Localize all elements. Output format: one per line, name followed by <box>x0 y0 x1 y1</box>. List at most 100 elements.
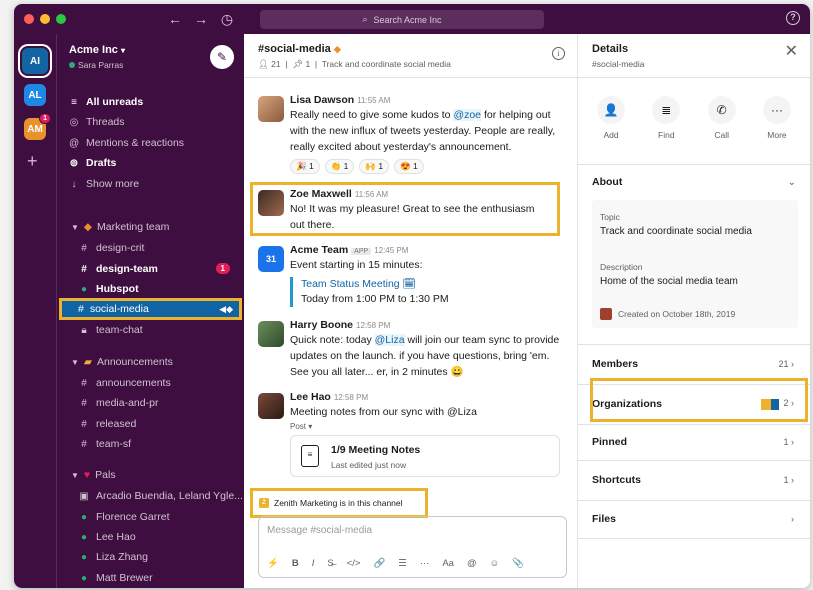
compose-icon[interactable]: ✎ <box>210 45 234 69</box>
pinned-row[interactable]: Pinned 1 › <box>592 432 798 452</box>
members-row[interactable]: Members 21 › <box>592 354 798 374</box>
pin-count[interactable]: 1 <box>305 59 310 69</box>
reaction-pill[interactable]: 😍 1 <box>394 159 424 174</box>
strikethrough-icon[interactable]: S̶ <box>327 558 333 569</box>
add-button[interactable]: 👤 Add <box>588 96 634 156</box>
mention-icon[interactable]: @ <box>467 558 477 569</box>
member-count[interactable]: 21 <box>271 59 280 69</box>
channel-team-chat[interactable]: 🔒︎ team-chat <box>79 321 142 339</box>
dm-lee-hao[interactable]: ● Lee Hao <box>79 528 136 546</box>
history-clock-icon[interactable]: ◷ <box>218 10 236 28</box>
zoom-window-button[interactable] <box>56 14 66 24</box>
workspace-am-label: AM <box>27 123 43 135</box>
person-add-icon: 👤 <box>597 96 625 124</box>
close-icon[interactable]: ✕ <box>785 44 798 60</box>
dm-group[interactable]: ▣ Arcadio Buendia, Leland Ygle... <box>79 487 243 505</box>
sidebar-item-show-more[interactable]: ↓ Show more <box>69 175 140 193</box>
author-name[interactable]: Lisa Dawson <box>290 94 354 106</box>
details-actions: 👤 Add ≣ Find ✆ Call ··· More <box>588 96 800 156</box>
reaction-pill[interactable]: 👏 1 <box>324 159 355 174</box>
channel-hubspot[interactable]: ● Hubspot <box>79 280 139 298</box>
back-arrow-icon[interactable]: ← <box>166 10 184 28</box>
workspace-ai[interactable]: AI <box>22 48 48 74</box>
author-name[interactable]: Harry Boone <box>290 319 353 331</box>
section-marketing-team[interactable]: ▼ ◆ Marketing team <box>71 219 169 235</box>
timestamp[interactable]: 12:58 PM <box>356 321 390 330</box>
code-icon[interactable]: </> <box>347 558 361 569</box>
avatar[interactable] <box>258 393 284 419</box>
about-heading[interactable]: About <box>592 176 622 188</box>
channel-media-and-pr[interactable]: # media-and-pr <box>79 394 158 412</box>
help-icon[interactable]: ? <box>786 11 800 25</box>
dm-matt-brewer[interactable]: ● Matt Brewer <box>79 569 153 587</box>
timestamp[interactable]: 11:56 AM <box>355 190 388 199</box>
more-button[interactable]: ··· More <box>754 96 800 156</box>
avatar[interactable] <box>258 321 284 347</box>
channel-design-crit[interactable]: # design-crit <box>79 239 144 257</box>
workspace-al[interactable]: AL <box>24 84 46 106</box>
timestamp[interactable]: 12:45 PM <box>374 246 408 255</box>
avatar[interactable] <box>258 96 284 122</box>
channel-team-sf[interactable]: # team-sf <box>79 435 131 453</box>
shortcuts-row[interactable]: Shortcuts 1 › <box>592 470 798 490</box>
files-row[interactable]: Files › <box>592 509 798 529</box>
italic-icon[interactable]: I <box>312 558 315 569</box>
find-button[interactable]: ≣ Find <box>643 96 689 156</box>
avatar[interactable] <box>258 190 284 216</box>
search-bar[interactable]: ⌕ Search Acme Inc <box>260 10 544 29</box>
call-button[interactable]: ✆ Call <box>699 96 745 156</box>
attach-icon[interactable]: 📎 <box>512 558 524 569</box>
bold-icon[interactable]: B <box>292 558 299 569</box>
channel-topic[interactable]: Track and coordinate social media <box>322 59 451 69</box>
mention-link[interactable]: @Liza <box>374 334 405 346</box>
workspace-name[interactable]: Acme Inc ▾ <box>69 44 125 56</box>
timestamp[interactable]: 11:55 AM <box>357 96 390 105</box>
add-workspace-icon[interactable]: + <box>27 152 38 170</box>
close-window-button[interactable] <box>24 14 34 24</box>
reaction-pill[interactable]: 🎉 1 <box>290 159 320 174</box>
workspace-am[interactable]: AM 1 <box>24 113 51 140</box>
calendar-app-icon[interactable]: 31 <box>258 246 284 272</box>
author-name[interactable]: Zoe Maxwell <box>290 188 352 200</box>
section-pals[interactable]: ▼ ♥ Pals <box>71 467 116 483</box>
list-icon[interactable]: ☰ <box>398 558 407 569</box>
message-composer[interactable]: Message #social-media ⚡ B I S̶ </> 🔗 ☰ ·… <box>258 516 567 578</box>
description-block[interactable]: Description Home of the social media tea… <box>600 262 738 287</box>
channel-title[interactable]: #social-media ◆ <box>258 43 341 55</box>
composer-toolbar: ⚡ B I S̶ </> 🔗 ☰ ··· Aa @ ☺ 📎 <box>267 555 558 571</box>
mention-link[interactable]: @zoe <box>453 109 482 121</box>
link-icon[interactable]: 🔗 <box>373 558 385 569</box>
sidebar-item-threads[interactable]: ◎ Threads <box>69 113 125 131</box>
sidebar-item-mentions[interactable]: @ Mentions & reactions <box>69 134 184 152</box>
shortcuts-icon[interactable]: ⚡ <box>267 558 279 569</box>
channel-announcements[interactable]: # announcements <box>79 374 171 392</box>
minimize-window-button[interactable] <box>40 14 50 24</box>
reaction-pill[interactable]: 🙌 1 <box>359 159 390 174</box>
dm-liza-zhang[interactable]: ● Liza Zhang <box>79 548 148 566</box>
topic-block[interactable]: Topic Track and coordinate social media <box>600 212 752 237</box>
text-format-icon[interactable]: Aa <box>442 558 454 569</box>
channel-social-media[interactable]: # social-media ◀◆ <box>59 298 242 320</box>
sidebar-item-all-unreads[interactable]: ≡ All unreads <box>69 93 143 111</box>
zenith-org-icon: Z <box>259 498 269 508</box>
channel-design-team[interactable]: # design-team <box>79 260 158 278</box>
threads-icon: ◎ <box>69 116 79 128</box>
post-label[interactable]: Post ▾ <box>290 422 567 431</box>
post-attachment[interactable]: ≡ 1/9 Meeting Notes Last edited just now <box>290 435 560 477</box>
forward-arrow-icon[interactable]: → <box>192 10 210 28</box>
chevron-up-icon[interactable]: ⌄ <box>788 177 796 188</box>
sidebar-item-drafts[interactable]: ⊚ Drafts <box>69 154 117 172</box>
channel-released[interactable]: # released <box>79 415 136 433</box>
timestamp[interactable]: 12:58 PM <box>334 393 368 402</box>
more-formatting-icon[interactable]: ··· <box>420 558 430 569</box>
topic-label: Topic <box>600 212 620 222</box>
emoji-icon[interactable]: ☺ <box>490 558 500 569</box>
info-icon[interactable]: i <box>552 47 565 60</box>
author-name[interactable]: Acme Team <box>290 244 348 256</box>
event-title-link[interactable]: Team Status Meeting 🗓 <box>301 277 567 290</box>
org-link[interactable]: Zenith Marketing <box>274 498 337 508</box>
author-name[interactable]: Lee Hao <box>290 391 331 403</box>
section-announcements[interactable]: ▼ ▰ Announcements <box>71 354 173 370</box>
dm-florence-garret[interactable]: ● Florence Garret <box>79 508 170 526</box>
message-lisa-dawson: Lisa Dawson 11:55 AM Really need to give … <box>258 94 567 174</box>
